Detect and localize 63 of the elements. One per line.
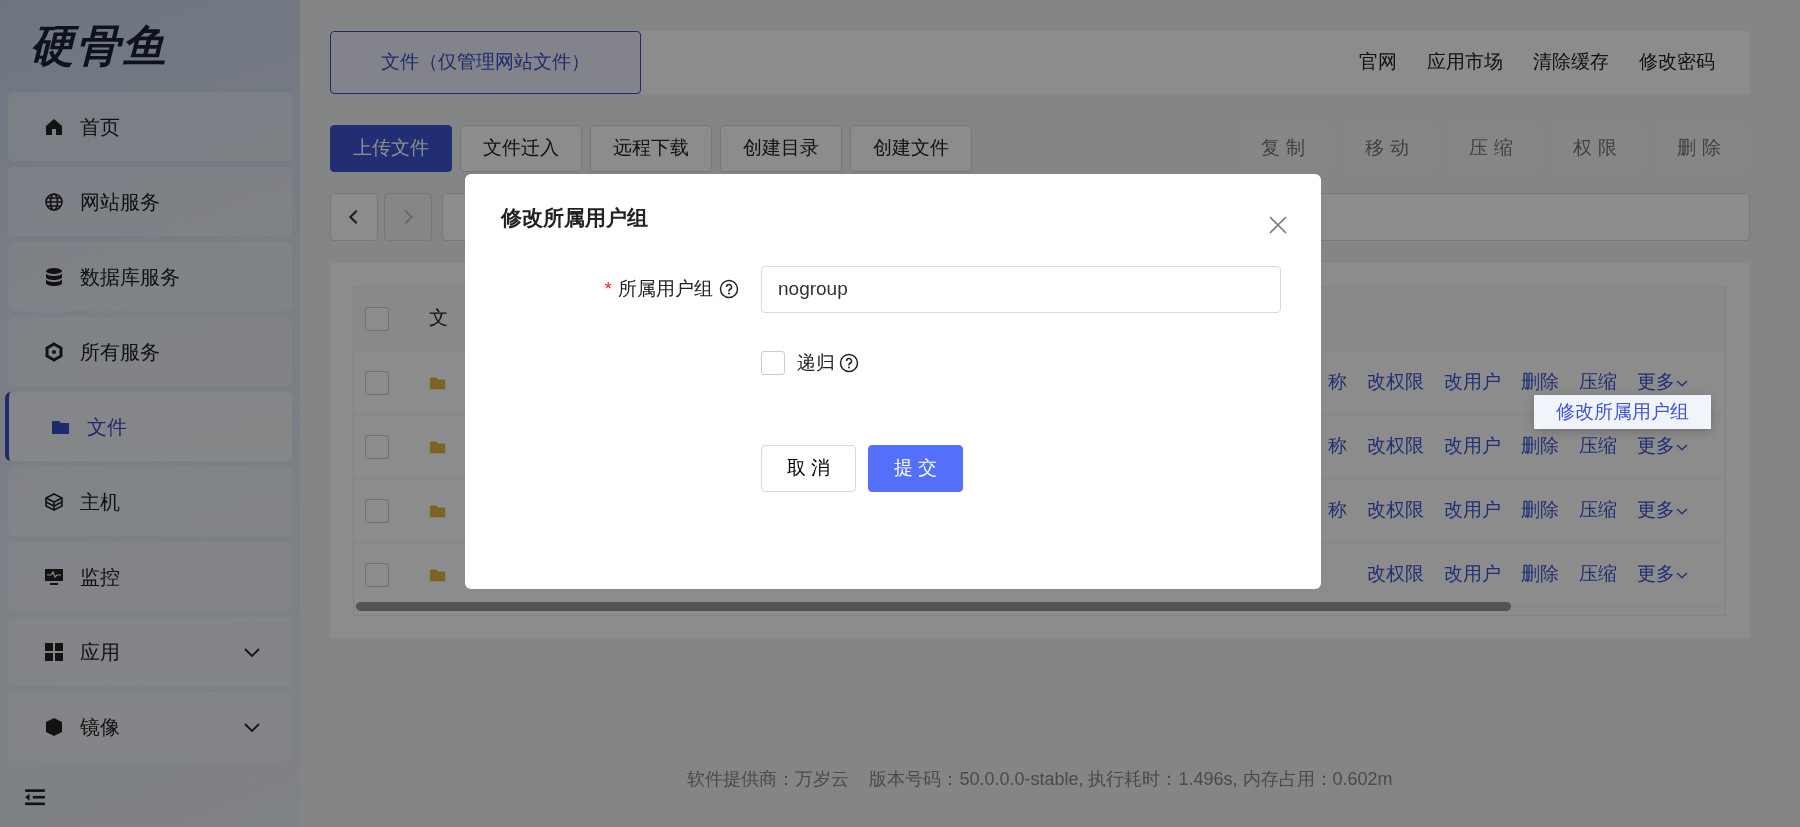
box-icon xyxy=(44,716,64,737)
grid-icon xyxy=(44,641,64,662)
toolbar-button[interactable]: 创建目录 xyxy=(720,125,842,172)
action-link[interactable]: 改用户 xyxy=(1444,368,1501,397)
action-link[interactable]: 更多 xyxy=(1637,496,1689,525)
action-link[interactable]: 更多 xyxy=(1637,432,1689,461)
action-link[interactable]: 删除 xyxy=(1521,496,1559,525)
cube-icon xyxy=(44,491,64,512)
required-mark: * xyxy=(604,276,612,301)
action-link[interactable]: 改用户 xyxy=(1444,496,1501,525)
globe-icon xyxy=(44,191,64,212)
field-label: 所属用户组 xyxy=(618,276,713,301)
header-link[interactable]: 清除缓存 xyxy=(1533,51,1609,73)
database-icon xyxy=(44,266,64,287)
tab[interactable]: 文件（仅管理网站文件） xyxy=(330,31,641,94)
action-link[interactable]: 改用户 xyxy=(1444,560,1501,589)
submit-button[interactable]: 提 交 xyxy=(868,445,963,492)
action-link[interactable]: 删除 xyxy=(1521,368,1559,397)
action-link[interactable]: 称 xyxy=(1328,496,1347,525)
close-icon xyxy=(1268,215,1288,235)
action-link[interactable]: 改用户 xyxy=(1444,432,1501,461)
scrollbar[interactable] xyxy=(356,602,1511,611)
footer-text: 软件提供商：万岁云 版本号码：50.0.0.0-stable, 执行耗时：1.496s, 内存占用：0.602m xyxy=(686,768,1394,791)
help-icon xyxy=(719,279,739,299)
action-link[interactable]: 压缩 xyxy=(1579,368,1617,397)
select-all-checkbox[interactable] xyxy=(365,306,389,331)
back-button[interactable] xyxy=(330,193,378,241)
action-link[interactable]: 改权限 xyxy=(1367,496,1424,525)
help-icon xyxy=(839,352,859,373)
dialog-title: 修改所属用户组 xyxy=(501,205,648,231)
action-link[interactable]: 压缩 xyxy=(1579,432,1617,461)
action-link[interactable]: 改权限 xyxy=(1367,432,1424,461)
column-header: 文 xyxy=(428,306,448,331)
dropdown-item[interactable]: 修改所属用户组 xyxy=(1534,395,1711,429)
header-link[interactable]: 应用市场 xyxy=(1427,51,1503,73)
toolbar-button[interactable]: 创建文件 xyxy=(850,125,972,172)
checkbox-label: 递归 xyxy=(797,350,835,375)
action-link[interactable]: 改权限 xyxy=(1367,368,1424,397)
toolbar-button[interactable]: 文件迁入 xyxy=(460,125,582,172)
row-checkbox[interactable] xyxy=(365,498,389,523)
action-link[interactable]: 压缩 xyxy=(1579,496,1617,525)
logo: 硬骨鱼 xyxy=(30,20,168,72)
header-link[interactable]: 修改密码 xyxy=(1639,51,1715,73)
checkbox[interactable] xyxy=(761,350,785,375)
action-link[interactable]: 压缩 xyxy=(1579,560,1617,589)
cancel-button[interactable]: 取 消 xyxy=(761,445,856,492)
row-checkbox[interactable] xyxy=(365,562,389,587)
action-link[interactable]: 称 xyxy=(1328,432,1347,461)
action-link[interactable]: 更多 xyxy=(1637,560,1689,589)
toolbar-button[interactable]: 远程下载 xyxy=(590,125,712,172)
row-checkbox[interactable] xyxy=(365,370,389,395)
monitor-icon xyxy=(44,566,64,587)
toolbar-button[interactable]: 上传文件 xyxy=(330,125,452,172)
action-link[interactable]: 删除 xyxy=(1521,560,1559,589)
action-link[interactable]: 称 xyxy=(1328,368,1347,397)
action-link[interactable]: 删除 xyxy=(1521,432,1559,461)
group-input-field[interactable]: nogroup xyxy=(761,265,1281,313)
hexagon-icon xyxy=(44,341,64,362)
row-checkbox[interactable] xyxy=(365,434,389,459)
action-link[interactable]: 更多 xyxy=(1637,368,1689,397)
action-link[interactable]: 改权限 xyxy=(1367,560,1424,589)
home-icon xyxy=(44,116,64,137)
header-link[interactable]: 官网 xyxy=(1359,51,1397,73)
